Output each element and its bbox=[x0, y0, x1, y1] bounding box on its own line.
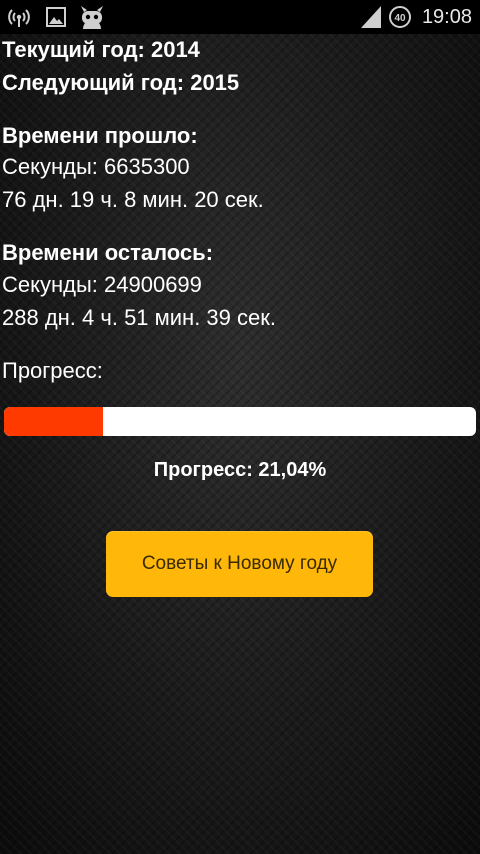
next-year-text: Следующий год: 2015 bbox=[2, 70, 240, 95]
progress-bar-fill bbox=[4, 407, 104, 436]
status-bar: 40 19:08 bbox=[0, 0, 480, 34]
android-bot-icon bbox=[78, 3, 106, 36]
elapsed-seconds: Секунды: 6635300 bbox=[2, 154, 190, 179]
wifi-icon bbox=[6, 6, 32, 33]
remaining-heading: Времени осталось: bbox=[2, 240, 214, 265]
elapsed-breakdown: 76 дн. 19 ч. 8 мин. 20 сек. bbox=[2, 187, 264, 212]
battery-level: 40 bbox=[394, 13, 406, 24]
battery-icon: 40 bbox=[389, 5, 411, 34]
progress-label: Прогресс: bbox=[2, 358, 103, 383]
progress-percent-text: Прогресс: 21,04% bbox=[153, 459, 327, 481]
new-year-tips-button[interactable]: Советы к Новому году bbox=[106, 531, 373, 597]
current-year-text: Текущий год: 2014 bbox=[2, 37, 200, 62]
elapsed-heading: Времени прошло: bbox=[2, 123, 198, 148]
status-clock: 19:08 bbox=[421, 6, 472, 28]
remaining-seconds: Секунды: 24900699 bbox=[2, 272, 202, 297]
image-icon bbox=[46, 7, 66, 32]
signal-icon bbox=[361, 6, 381, 33]
progress-bar bbox=[4, 407, 476, 436]
remaining-breakdown: 288 дн. 4 ч. 51 мин. 39 сек. bbox=[2, 305, 276, 330]
